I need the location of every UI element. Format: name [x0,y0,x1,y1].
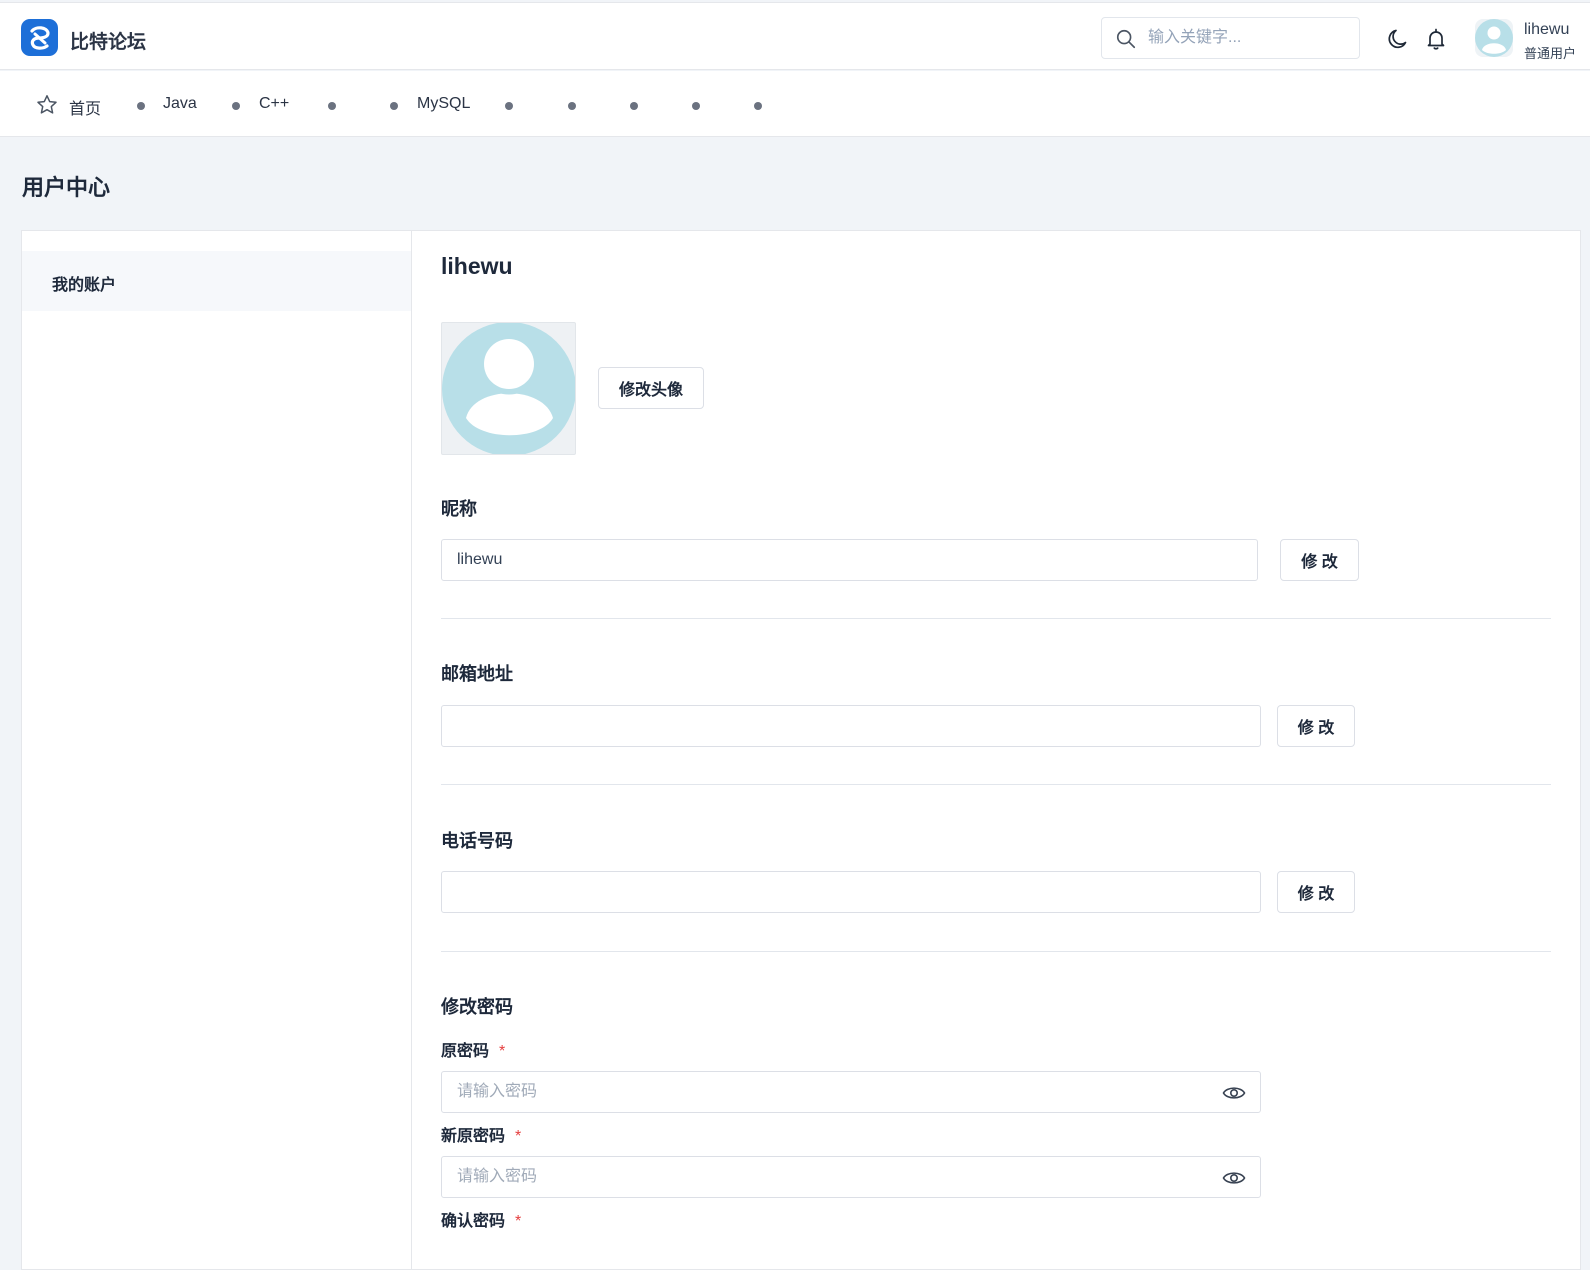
nav-item-6[interactable] [568,95,588,117]
nav-item-8[interactable] [692,95,712,117]
nav-dot [568,102,576,110]
logo-icon[interactable] [21,19,58,56]
bell-icon[interactable] [1424,27,1448,51]
user-avatar-icon [442,323,575,454]
phone-edit-button[interactable]: 修 改 [1277,871,1355,913]
required-mark: * [515,1128,522,1145]
old-password-field[interactable] [441,1071,1261,1113]
eye-icon[interactable] [1222,1167,1246,1189]
nickname-input[interactable] [457,549,1197,571]
user-center-card: 我的账户 lihewu 修改头像 昵称 修 改 邮箱地址 修 改 [21,230,1581,1270]
change-avatar-button[interactable]: 修改头像 [598,367,704,409]
profile-name: lihewu [441,253,513,279]
phone-field[interactable] [441,871,1261,913]
account-panel: lihewu 修改头像 昵称 修 改 邮箱地址 修 改 电话号码 [412,231,1580,1269]
divider [441,784,1551,785]
required-mark: * [499,1043,506,1060]
new-password-field[interactable] [441,1156,1261,1198]
divider [441,618,1551,619]
star-icon[interactable] [35,93,59,117]
nav-dot [137,102,145,110]
brand-name[interactable]: 比特论坛 [70,27,146,54]
nav-dot [754,102,762,110]
nav-dot [390,102,398,110]
nav-dot [505,102,513,110]
nav-dot [692,102,700,110]
email-field[interactable] [441,705,1261,747]
nav-dot [630,102,638,110]
nav-item-home[interactable]: 首页 [69,95,101,118]
required-mark: * [515,1213,522,1230]
search-input[interactable] [1148,26,1348,50]
sidebar-item-my-account[interactable]: 我的账户 [22,251,411,311]
user-name[interactable]: lihewu [1524,21,1569,39]
nav-item-9[interactable] [754,95,774,117]
sidebar: 我的账户 [22,231,412,1269]
old-password-label: 原密码 * [441,1043,506,1060]
nav-item-3[interactable] [328,95,348,117]
user-avatar-icon [1475,19,1513,57]
nav-item-7[interactable] [630,95,650,117]
nickname-field[interactable] [441,539,1258,581]
search-icon [1116,29,1136,49]
confirm-password-label: 确认密码 * [441,1213,522,1230]
old-password-input[interactable] [457,1081,1197,1103]
nickname-edit-button[interactable]: 修 改 [1280,539,1359,581]
phone-input[interactable] [457,881,1197,903]
new-password-input[interactable] [457,1166,1197,1188]
email-label: 邮箱地址 [441,664,513,684]
top-header: 比特论坛 lihewu 普通用户 [0,2,1590,70]
profile-avatar [441,322,576,455]
nav-dot [232,102,240,110]
search-box[interactable] [1101,17,1360,59]
user-avatar[interactable] [1475,19,1513,57]
user-role: 普通用户 [1524,46,1577,61]
nav-item-5[interactable] [505,95,525,117]
moon-icon[interactable] [1386,27,1410,51]
phone-label: 电话号码 [441,831,513,851]
nav-dot [328,102,336,110]
eye-icon[interactable] [1222,1082,1246,1104]
new-password-label: 新原密码 * [441,1128,522,1145]
page-title: 用户中心 [22,175,111,200]
email-input[interactable] [457,715,1197,737]
email-edit-button[interactable]: 修 改 [1277,705,1355,747]
password-section-title: 修改密码 [441,997,513,1017]
nickname-label: 昵称 [441,499,477,519]
divider [441,951,1551,952]
category-nav: 首页 Java C++ MySQL [0,71,1590,137]
